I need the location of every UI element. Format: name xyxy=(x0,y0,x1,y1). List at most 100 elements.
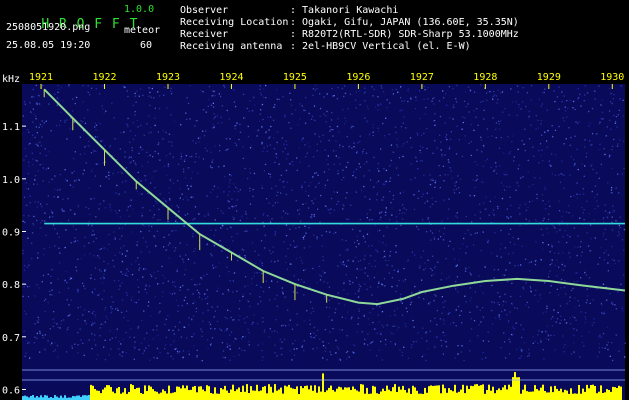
noise-speck xyxy=(328,209,330,211)
noise-speck xyxy=(442,353,445,355)
noise-speck xyxy=(623,229,626,231)
noise-speck xyxy=(517,91,519,93)
noise-speck xyxy=(66,119,68,121)
level-bar xyxy=(262,386,264,400)
noise-speck xyxy=(23,265,26,267)
noise-speck xyxy=(226,329,228,331)
noise-speck xyxy=(32,158,34,160)
noise-speck xyxy=(364,117,366,119)
time-tick-label: 1922 xyxy=(92,72,116,83)
noise-speck xyxy=(191,319,193,321)
noise-speck xyxy=(249,187,251,189)
noise-speck xyxy=(141,342,143,345)
noise-speck xyxy=(489,200,491,203)
noise-speck xyxy=(54,188,56,191)
noise-speck xyxy=(292,164,294,166)
noise-speck xyxy=(359,90,361,92)
noise-speck xyxy=(276,294,278,297)
noise-speck xyxy=(109,206,111,208)
noise-speck xyxy=(146,246,148,248)
noise-speck xyxy=(176,350,179,352)
level-bar xyxy=(226,390,228,400)
level-bar xyxy=(586,384,588,400)
noise-speck xyxy=(103,200,105,202)
noise-speck xyxy=(44,310,46,313)
noise-speck xyxy=(163,246,165,248)
noise-speck xyxy=(136,244,138,246)
noise-speck xyxy=(121,227,124,229)
level-bar xyxy=(96,390,98,400)
noise-speck xyxy=(611,145,614,148)
noise-speck xyxy=(76,270,78,272)
noise-speck xyxy=(136,241,138,243)
noise-speck xyxy=(173,340,175,342)
noise-speck xyxy=(403,212,406,214)
noise-speck xyxy=(606,299,608,301)
noise-speck xyxy=(129,336,131,338)
noise-speck xyxy=(29,341,31,344)
level-bar xyxy=(470,385,472,400)
noise-speck xyxy=(406,141,408,143)
noise-speck xyxy=(149,209,151,212)
noise-speck xyxy=(36,337,38,339)
level-bar xyxy=(228,392,230,400)
noise-speck xyxy=(242,93,245,96)
noise-speck xyxy=(319,338,321,340)
noise-speck xyxy=(579,246,582,248)
noise-speck xyxy=(303,269,305,271)
time-tick-label: 1929 xyxy=(537,72,561,83)
noise-speck xyxy=(547,333,549,336)
noise-speck xyxy=(574,317,576,319)
noise-speck xyxy=(77,204,80,207)
level-bar xyxy=(458,391,460,400)
noise-speck xyxy=(569,317,571,319)
noise-speck xyxy=(569,300,571,302)
noise-speck xyxy=(391,207,393,209)
noise-speck xyxy=(480,250,482,252)
noise-speck xyxy=(602,313,604,315)
noise-speck xyxy=(162,291,164,293)
noise-speck xyxy=(468,142,470,145)
level-bar xyxy=(598,391,600,400)
noise-speck xyxy=(51,289,53,291)
noise-speck xyxy=(511,304,513,306)
noise-speck xyxy=(456,216,458,219)
noise-speck xyxy=(445,93,447,95)
level-bar xyxy=(104,387,106,400)
noise-speck xyxy=(357,296,360,298)
noise-speck xyxy=(93,234,95,236)
noise-speck xyxy=(467,103,469,105)
level-bar xyxy=(288,384,290,400)
noise-speck xyxy=(256,272,258,274)
noise-speck xyxy=(159,310,161,313)
noise-speck xyxy=(376,332,378,334)
noise-speck xyxy=(281,347,283,349)
noise-speck xyxy=(465,215,467,218)
noise-speck xyxy=(570,136,572,139)
noise-speck xyxy=(37,257,39,259)
noise-speck xyxy=(220,227,222,229)
noise-speck xyxy=(157,334,159,337)
noise-speck xyxy=(261,184,263,186)
noise-speck xyxy=(296,348,298,350)
noise-speck xyxy=(431,232,434,234)
level-bar xyxy=(258,391,260,400)
noise-speck xyxy=(527,207,529,209)
noise-speck xyxy=(368,134,370,136)
noise-speck xyxy=(509,262,511,264)
noise-speck xyxy=(380,340,382,343)
noise-speck xyxy=(39,227,41,229)
time-tick-label: 1924 xyxy=(219,72,243,83)
info-value-receiver: : R820T2(RTL-SDR) SDR-Sharp 53.1000MHz xyxy=(290,29,519,40)
noise-speck xyxy=(251,242,254,244)
noise-speck xyxy=(422,219,424,221)
noise-speck xyxy=(266,150,268,153)
noise-speck xyxy=(449,117,451,119)
noise-speck xyxy=(328,342,330,344)
noise-speck xyxy=(256,322,259,325)
noise-speck xyxy=(502,274,504,276)
noise-speck xyxy=(495,95,498,97)
level-bar xyxy=(358,391,360,400)
noise-speck xyxy=(130,161,132,163)
noise-speck xyxy=(124,86,126,89)
